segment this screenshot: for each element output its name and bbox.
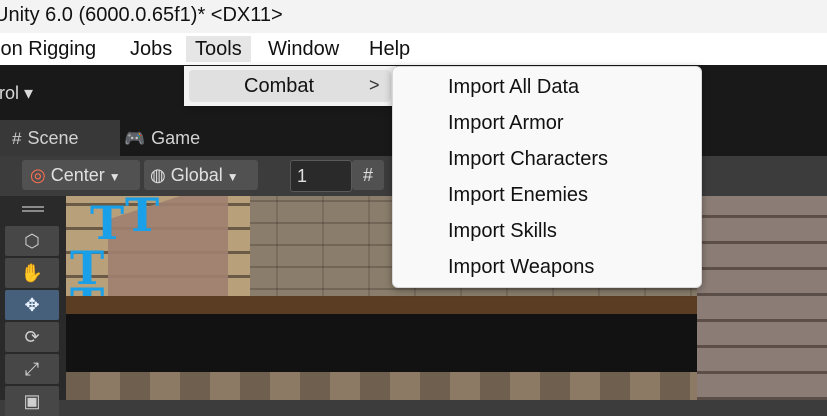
menu-tools[interactable]: Tools xyxy=(186,36,251,62)
menu-item-import-skills[interactable]: Import Skills xyxy=(448,220,557,243)
menu-item-import-enemies[interactable]: Import Enemies xyxy=(448,184,588,207)
menu-help[interactable]: Help xyxy=(369,36,410,62)
scene-stone-wall xyxy=(697,196,827,400)
pivot-label: Center xyxy=(50,165,105,185)
tab-game-label: Game xyxy=(151,128,201,148)
space-global-button[interactable]: ◍ Global ▼ xyxy=(144,160,258,190)
menu-bar: ion Rigging Jobs Tools Window Help xyxy=(0,33,827,65)
tools-menu: Combat > xyxy=(184,66,396,106)
rotate-tool-icon[interactable]: ⟳ xyxy=(5,322,59,352)
hand-tool-icon[interactable]: ✋ xyxy=(5,258,59,288)
pivot-center-button[interactable]: ◎ Center ▼ xyxy=(22,160,140,190)
rect-tool-icon[interactable]: ▣ xyxy=(5,386,59,416)
menu-jobs[interactable]: Jobs xyxy=(130,36,172,62)
drag-handle-icon[interactable] xyxy=(22,206,44,208)
tab-game[interactable]: 🎮 Game xyxy=(124,120,200,156)
menu-item-import-weapons[interactable]: Import Weapons xyxy=(448,256,594,279)
tab-scene[interactable]: # Scene xyxy=(0,120,120,156)
tab-scene-label: Scene xyxy=(27,128,79,148)
menu-item-import-characters[interactable]: Import Characters xyxy=(448,148,608,171)
chevron-down-icon: ▼ xyxy=(226,170,239,184)
menu-item-combat-label: Combat xyxy=(244,75,315,97)
chevron-right-icon: > xyxy=(369,75,380,95)
menu-item-import-armor[interactable]: Import Armor xyxy=(448,112,564,135)
control-dropdown[interactable]: trol ▾ xyxy=(0,83,33,104)
scene-tools-overlay: ⬡ ✋ ✥ ⟳ ⤢ ▣ xyxy=(0,196,66,416)
pivot-icon: ◎ xyxy=(30,165,46,185)
grid-snap-icon[interactable]: # xyxy=(352,160,384,190)
chevron-down-icon: ▼ xyxy=(108,170,121,184)
snap-value-field[interactable]: 1 xyxy=(290,160,352,192)
globe-icon: ◍ xyxy=(150,165,166,185)
menu-item-import-all-data[interactable]: Import All Data xyxy=(448,76,579,99)
space-label: Global xyxy=(170,165,223,185)
gamepad-icon: 🎮 xyxy=(124,129,146,148)
view-tool-cube-icon[interactable]: ⬡ xyxy=(5,226,59,256)
window-title: Unity 6.0 (6000.0.65f1)* <DX11> xyxy=(0,4,283,26)
text-gizmo-icon: T xyxy=(125,196,160,242)
menu-animation-rigging[interactable]: ion Rigging xyxy=(0,36,96,62)
grid-icon: # xyxy=(12,129,22,148)
menu-window[interactable]: Window xyxy=(268,36,339,62)
move-tool-icon[interactable]: ✥ xyxy=(5,290,59,320)
title-bar: Unity 6.0 (6000.0.65f1)* <DX11> xyxy=(0,0,827,33)
menu-item-combat[interactable]: Combat > xyxy=(189,70,391,102)
combat-submenu: Import All Data Import Armor Import Char… xyxy=(392,66,702,288)
scale-tool-icon[interactable]: ⤢ xyxy=(5,354,59,384)
